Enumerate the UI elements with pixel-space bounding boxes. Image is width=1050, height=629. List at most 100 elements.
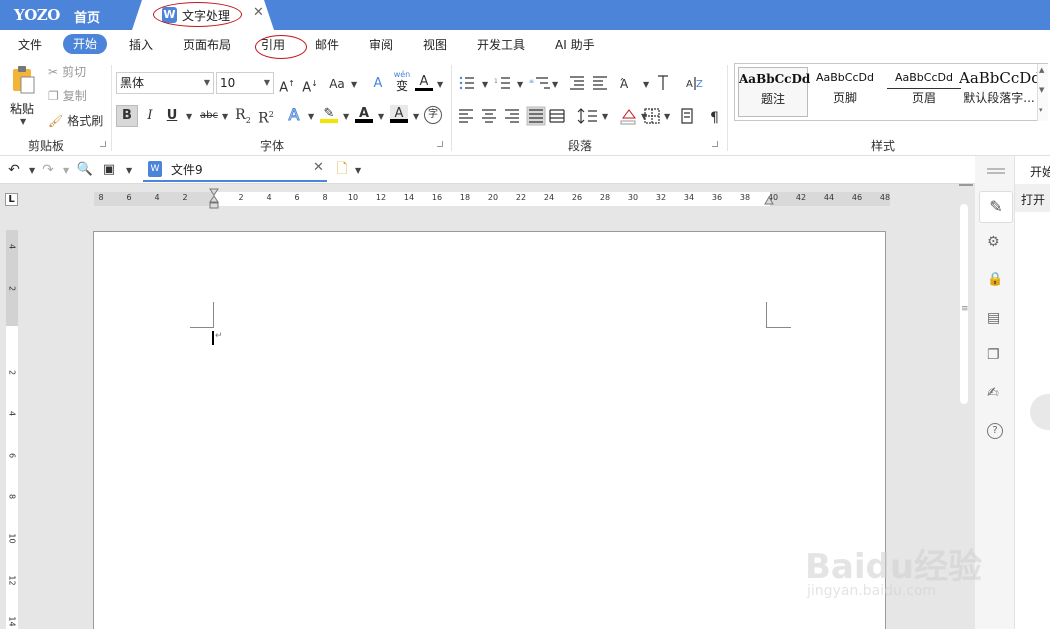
scroll-down-icon[interactable]: ▼: [1039, 86, 1044, 94]
text-effect-icon[interactable]: A: [285, 105, 303, 124]
print-preview-icon[interactable]: 🔍: [76, 161, 94, 179]
watermark-url: jingyan.baidu.com: [807, 583, 937, 599]
char-shading-icon[interactable]: A: [390, 105, 408, 123]
collapse-handle-icon[interactable]: [987, 168, 1005, 170]
clear-format-icon[interactable]: A: [369, 75, 387, 93]
side-panel-open[interactable]: 打开: [1021, 191, 1045, 208]
document-page[interactable]: ↵: [93, 231, 886, 629]
highlight-icon[interactable]: ✎: [320, 105, 338, 123]
menu-insert[interactable]: 插入: [129, 36, 153, 54]
style-caption[interactable]: AaBbCcDd 题注: [738, 67, 810, 117]
note-edit-icon[interactable]: ✍: [987, 385, 999, 401]
superscript-button[interactable]: R2: [257, 106, 275, 127]
menu-ai-assistant[interactable]: AI 助手: [555, 36, 595, 54]
menu-home[interactable]: 开始: [63, 34, 108, 54]
strikethrough-button[interactable]: abc: [198, 107, 220, 125]
bold-button[interactable]: B: [116, 105, 138, 127]
document-tab[interactable]: W 文件9 ✕: [143, 158, 327, 182]
chevron-down-icon[interactable]: ▼: [186, 112, 192, 121]
underline-button[interactable]: U: [164, 107, 180, 125]
numbering-dropdown-icon[interactable]: ▼: [517, 80, 523, 89]
font-launcher-icon[interactable]: [437, 141, 443, 147]
change-case-icon[interactable]: Aa: [328, 75, 346, 93]
style-header[interactable]: AaBbCcDd 页眉: [883, 67, 965, 117]
paste-dropdown-icon[interactable]: ▼: [20, 117, 26, 126]
menu-developer[interactable]: 开发工具: [477, 36, 525, 54]
subscript-label: R: [235, 107, 246, 123]
lock-icon[interactable]: 🔒: [987, 272, 1003, 287]
chevron-down-icon[interactable]: ▼: [378, 112, 384, 121]
customize-quick-access-icon[interactable]: ▼: [126, 166, 132, 175]
style-footer-name: 页脚: [832, 91, 857, 105]
help-icon[interactable]: ?: [987, 423, 1003, 439]
close-tab-icon[interactable]: ✕: [253, 5, 264, 20]
save-icon[interactable]: ▣: [100, 161, 118, 179]
redo-icon[interactable]: ↷: [40, 161, 56, 179]
chevron-down-icon[interactable]: ▼: [355, 166, 361, 175]
menu-review[interactable]: 审阅: [369, 36, 393, 54]
subscript-button[interactable]: R2: [234, 106, 252, 125]
ruler-number: 38: [739, 193, 751, 202]
font-size-value: 10: [220, 76, 236, 90]
chevron-down-icon[interactable]: ▼: [351, 80, 357, 89]
font-color-icon[interactable]: A: [355, 105, 373, 123]
borders-dropdown-icon[interactable]: ▼: [664, 112, 670, 121]
title-bar: YOZO 首页 W 文字处理 ✕: [0, 0, 1050, 30]
side-panel-tab[interactable]: 开始: [1030, 163, 1050, 180]
paragraph-group-label: 段落: [568, 139, 593, 153]
clipboard-icon[interactable]: ▤: [987, 310, 1000, 326]
bullets-dropdown-icon[interactable]: ▼: [482, 80, 488, 89]
clipboard-launcher-icon[interactable]: [100, 141, 106, 147]
scroll-up-icon[interactable]: ▲: [1039, 66, 1044, 74]
side-panel-content: 开始 打开: [1015, 156, 1050, 629]
close-document-icon[interactable]: ✕: [313, 160, 324, 175]
multilevel-dropdown-icon[interactable]: ▼: [552, 80, 558, 89]
styles-scroll[interactable]: ▲ ▼ ▾: [1037, 64, 1048, 121]
chevron-down-icon[interactable]: ▼: [308, 112, 314, 121]
cut-label: 剪切: [62, 65, 87, 79]
paragraph-launcher-icon[interactable]: [712, 141, 718, 147]
chevron-down-icon[interactable]: ▼: [29, 166, 35, 175]
style-default-paragraph-font[interactable]: AaBbCcDd 默认段落字...: [959, 67, 1039, 117]
menu-file[interactable]: 文件: [18, 36, 42, 54]
side-float-handle[interactable]: [1030, 394, 1050, 430]
grow-font-icon[interactable]: A↑: [279, 75, 295, 95]
edit-pen-icon[interactable]: ✎: [979, 191, 1013, 223]
chevron-down-icon[interactable]: ▼: [437, 80, 443, 89]
enclose-char-icon[interactable]: 字: [424, 106, 442, 124]
chinese-layout-dropdown-icon[interactable]: ▼: [643, 80, 649, 89]
menu-page-layout[interactable]: 页面布局: [183, 36, 231, 54]
font-name-select[interactable]: 黑体 ▼: [116, 72, 214, 94]
shrink-font-icon[interactable]: A↓: [302, 75, 318, 95]
copy-button[interactable]: ❐ 复制: [48, 87, 87, 104]
home-tab[interactable]: 首页: [74, 7, 100, 26]
new-document-icon[interactable]: 🗋: [333, 160, 351, 178]
tab-stop-selector[interactable]: L: [5, 193, 18, 206]
cut-button[interactable]: ✂ 剪切: [48, 63, 86, 80]
line-spacing-dropdown-icon[interactable]: ▼: [602, 112, 608, 121]
phonetic-guide-icon[interactable]: wén 变: [391, 70, 413, 94]
chevron-down-icon[interactable]: ▼: [413, 112, 419, 121]
more-styles-icon[interactable]: ▾: [1039, 106, 1043, 114]
pages-icon[interactable]: ❐: [987, 347, 1000, 363]
format-painter-button[interactable]: 🖌 格式刷: [48, 112, 103, 129]
paste-button[interactable]: 粘贴 ▼: [8, 63, 38, 126]
style-footer[interactable]: AaBbCcDd 页脚: [810, 67, 880, 117]
indent-marker-icon[interactable]: [209, 188, 219, 210]
undo-icon[interactable]: ↶: [6, 161, 22, 179]
shading-dropdown-icon[interactable]: ▼: [641, 112, 647, 121]
ruler-number: 44: [823, 193, 835, 202]
chevron-down-icon[interactable]: ▼: [63, 166, 69, 175]
right-indent-marker-icon[interactable]: [764, 195, 774, 205]
chevron-down-icon[interactable]: ▼: [222, 112, 228, 121]
menu-view[interactable]: 视图: [423, 36, 447, 54]
split-handle[interactable]: [959, 184, 973, 186]
chevron-down-icon[interactable]: ▼: [343, 112, 349, 121]
style-header-sample: AaBbCcDd: [887, 67, 961, 89]
chevron-down-icon: ▼: [263, 78, 270, 87]
font-size-select[interactable]: 10 ▼: [216, 72, 274, 94]
adjust-sliders-icon[interactable]: ⚙: [987, 234, 1000, 250]
italic-button[interactable]: I: [142, 107, 158, 125]
text-border-icon[interactable]: A: [415, 73, 433, 91]
menu-mailings[interactable]: 邮件: [315, 36, 339, 54]
